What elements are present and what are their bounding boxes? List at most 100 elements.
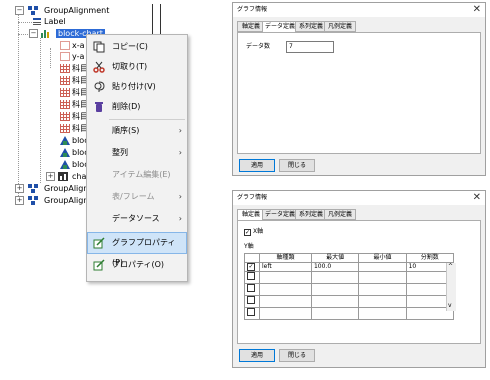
menu-item-label: プロパティ(O): [112, 260, 165, 269]
tab-series-def[interactable]: 系列定義: [295, 209, 327, 220]
menu-item-cut[interactable]: 切取り(T): [88, 57, 186, 77]
axis-type-cell[interactable]: [259, 307, 312, 320]
axis-type-cell[interactable]: left: [259, 262, 312, 272]
chart-icon: [58, 172, 68, 181]
properties-icon: [93, 259, 105, 271]
menu-item-data-source[interactable]: データソース ›: [88, 209, 186, 229]
tab-panel: ✓ X軸 Y軸 軸種類 最大値 最小値 分割数 ✓ left 100.0 10: [237, 220, 481, 344]
menu-item-label: 削除(D): [112, 102, 141, 111]
apply-button[interactable]: 適用: [239, 159, 275, 172]
tree-item-label[interactable]: Label: [44, 16, 66, 27]
dialog-title: グラフ情報: [233, 3, 485, 17]
table-row[interactable]: [244, 271, 455, 284]
row-checkbox[interactable]: [244, 283, 260, 296]
x-axis-checkbox[interactable]: ✓: [244, 229, 251, 236]
table-row[interactable]: [244, 283, 455, 296]
tab-series-def[interactable]: 系列定義: [295, 21, 327, 32]
tab-legend-def[interactable]: 凡例定義: [324, 209, 356, 220]
axis-type-cell[interactable]: [259, 283, 312, 296]
min-cell[interactable]: [358, 295, 407, 308]
data-count-label: データ数: [246, 43, 271, 50]
max-cell[interactable]: [310, 283, 360, 296]
menu-item-label: コピー(C): [112, 42, 148, 51]
grid-icon: [60, 76, 70, 85]
table-row[interactable]: [244, 295, 455, 308]
group-alignment-icon: [28, 184, 38, 193]
min-cell[interactable]: [358, 271, 407, 284]
tree-item-y-axis[interactable]: y-a: [72, 51, 84, 62]
y-axis-label: Y軸: [244, 243, 254, 250]
max-cell[interactable]: [310, 307, 360, 320]
axis-type-cell[interactable]: [259, 295, 312, 308]
max-cell[interactable]: 100.0: [310, 262, 360, 272]
max-cell[interactable]: [310, 271, 360, 284]
close-button[interactable]: 閉じる: [279, 159, 315, 172]
header-check-cell: [244, 253, 260, 263]
menu-item-label: 貼り付け(V): [112, 82, 156, 91]
menu-item-label: 整列: [112, 148, 128, 157]
collapse-toggle[interactable]: −: [15, 6, 24, 15]
min-cell[interactable]: [358, 307, 407, 320]
menu-item-label: 表/フレーム: [112, 192, 155, 201]
expand-toggle[interactable]: +: [46, 172, 55, 181]
scroll-up-icon[interactable]: ^: [448, 263, 453, 270]
column-header: 軸種類: [259, 253, 312, 263]
menu-item-order[interactable]: 順序(S) ›: [88, 121, 186, 141]
grid-icon: [60, 112, 70, 121]
dialog-title: グラフ情報: [233, 191, 485, 205]
group-alignment-icon: [28, 196, 38, 205]
block-icon: [60, 160, 70, 169]
tree-item-root[interactable]: GroupAlignment: [44, 5, 109, 16]
tab-data-def[interactable]: データ定義: [262, 209, 298, 220]
copy-icon: [93, 41, 105, 53]
menu-item-table-frame[interactable]: 表/フレーム ›: [88, 187, 186, 207]
table-scrollbar[interactable]: ^ v: [446, 263, 456, 311]
menu-item-graph-properties[interactable]: グラフプロパティ(P): [87, 232, 187, 267]
axis-type-cell[interactable]: [259, 271, 312, 284]
menu-item-copy[interactable]: コピー(C): [88, 37, 186, 57]
column-header: 分割数: [405, 253, 455, 263]
close-icon[interactable]: ✕: [473, 191, 481, 205]
grid-icon: [60, 64, 70, 73]
menu-item-paste[interactable]: 貼り付け(V): [88, 77, 186, 97]
tab-panel: データ数 7: [237, 32, 481, 154]
paste-icon: [94, 81, 105, 92]
menu-item-label: アイテム編集(E): [112, 170, 171, 179]
tab-axis-def[interactable]: 軸定義: [237, 21, 265, 32]
row-checkbox[interactable]: ✓: [244, 262, 260, 272]
axis-icon: [60, 41, 70, 50]
collapse-toggle[interactable]: −: [29, 29, 38, 38]
row-checkbox[interactable]: [244, 307, 260, 320]
label-icon: [33, 18, 41, 25]
y-axis-table: 軸種類 最大値 最小値 分割数 ✓ left 100.0 10: [244, 253, 455, 320]
tab-strip: 軸定義 データ定義 系列定義 凡例定義: [237, 209, 477, 221]
apply-button[interactable]: 適用: [239, 349, 275, 362]
min-cell[interactable]: [358, 283, 407, 296]
menu-item-align[interactable]: 整列 ›: [88, 143, 186, 163]
tree-item-x-axis[interactable]: x-a: [72, 40, 85, 51]
expand-toggle[interactable]: +: [15, 184, 24, 193]
data-count-input[interactable]: 7: [286, 41, 334, 53]
expand-toggle[interactable]: +: [15, 196, 24, 205]
chart-properties-icon: [93, 237, 105, 249]
menu-item-delete[interactable]: 削除(D): [88, 97, 186, 117]
min-cell[interactable]: [358, 262, 407, 272]
scroll-down-icon[interactable]: v: [448, 302, 452, 309]
group-alignment-icon: [28, 6, 38, 15]
menu-item-edit-item[interactable]: アイテム編集(E): [88, 165, 186, 185]
tree-item-chart[interactable]: cha: [72, 171, 86, 182]
table-row[interactable]: [244, 307, 455, 320]
close-icon[interactable]: ✕: [473, 3, 481, 17]
x-axis-label: X軸: [253, 228, 264, 235]
close-button[interactable]: 閉じる: [279, 349, 315, 362]
tab-legend-def[interactable]: 凡例定義: [324, 21, 356, 32]
row-checkbox[interactable]: [244, 271, 260, 284]
graph-info-dialog-data: グラフ情報 ✕ 軸定義 データ定義 系列定義 凡例定義 データ数 7 適用 閉じ…: [232, 2, 486, 176]
table-row[interactable]: ✓ left 100.0 10: [244, 262, 455, 272]
column-header: 最小値: [358, 253, 407, 263]
max-cell[interactable]: [310, 295, 360, 308]
menu-item-properties[interactable]: プロパティ(O): [88, 255, 186, 275]
block-icon: [60, 136, 70, 145]
row-checkbox[interactable]: [244, 295, 260, 308]
menu-separator: [109, 119, 185, 120]
